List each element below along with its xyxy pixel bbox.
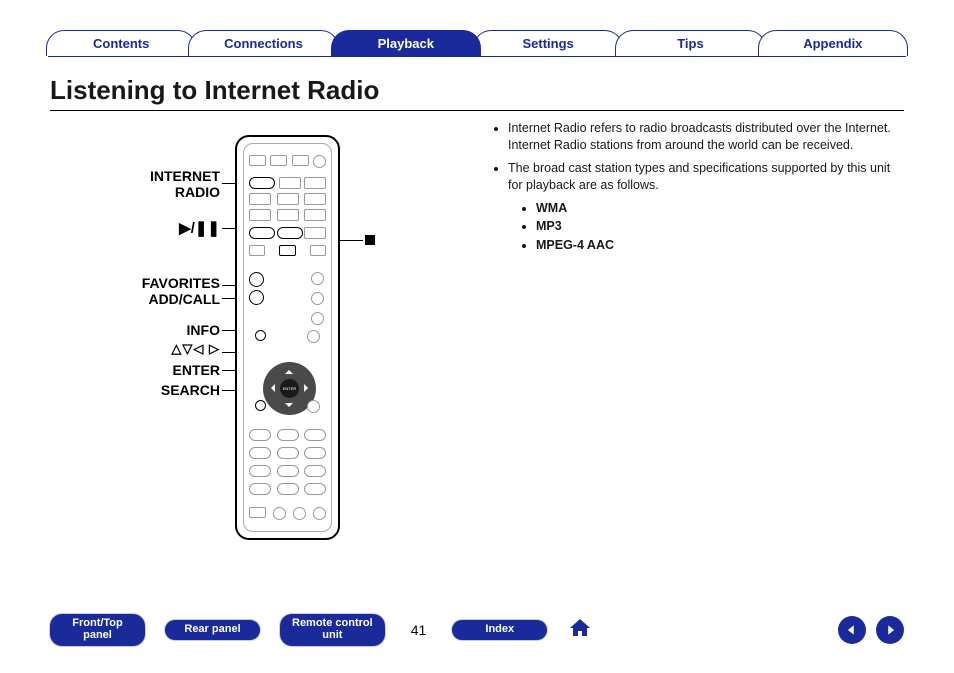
page-title: Listening to Internet Radio [50,75,379,106]
format-mp3: MP3 [536,218,894,235]
add-button-highlight [249,272,264,287]
remote-diagram: INTERNET RADIO ▶/❚❚ FAVORITES ADD/CALL I… [50,120,450,593]
call-button-highlight [249,290,264,305]
format-mpeg4aac: MPEG-4 AAC [536,237,894,254]
label-play-pause: ▶/❚❚ [50,220,220,237]
info-button-highlight [255,330,266,341]
tab-settings[interactable]: Settings [473,30,623,56]
tab-contents[interactable]: Contents [46,30,196,56]
internet-radio-button-highlight [249,177,275,189]
label-favorites: FAVORITES ADD/CALL [50,275,220,307]
nav-rear-panel[interactable]: Rear panel [165,620,260,640]
search-button-highlight [255,400,266,411]
tab-appendix[interactable]: Appendix [758,30,908,56]
nav-front-top-panel[interactable]: Front/Top panel [50,614,145,645]
next-page-button[interactable] [876,616,904,644]
tab-playback[interactable]: Playback [331,30,481,56]
bottom-nav: Front/Top panel Rear panel Remote contro… [50,613,904,647]
prev-page-button[interactable] [838,616,866,644]
nav-remote-control-unit[interactable]: Remote control unit [280,614,385,645]
main-content: INTERNET RADIO ▶/❚❚ FAVORITES ADD/CALL I… [50,120,904,593]
tab-tips[interactable]: Tips [615,30,765,56]
page-number: 41 [405,622,433,638]
play-pause-button-highlight [249,227,275,239]
label-internet-radio: INTERNET RADIO [50,168,220,200]
label-enter: ENTER [50,362,220,378]
stop-icon [365,235,375,245]
label-info: INFO [50,322,220,338]
nav-index[interactable]: Index [452,620,547,640]
label-search: SEARCH [50,382,220,398]
info-bullet-1: Internet Radio refers to radio broadcast… [508,120,894,154]
tab-divider [48,56,906,57]
info-bullet-2: The broad cast station types and specifi… [508,160,894,254]
home-icon[interactable] [567,616,593,645]
stop-button-highlight [279,245,295,256]
description-text: Internet Radio refers to radio broadcast… [450,120,904,593]
label-directions: △▽◁ ▷ [50,342,220,357]
remote-control-illustration: ENTER [235,135,340,540]
format-wma: WMA [536,200,894,217]
tab-connections[interactable]: Connections [188,30,338,56]
title-underline [50,110,904,111]
